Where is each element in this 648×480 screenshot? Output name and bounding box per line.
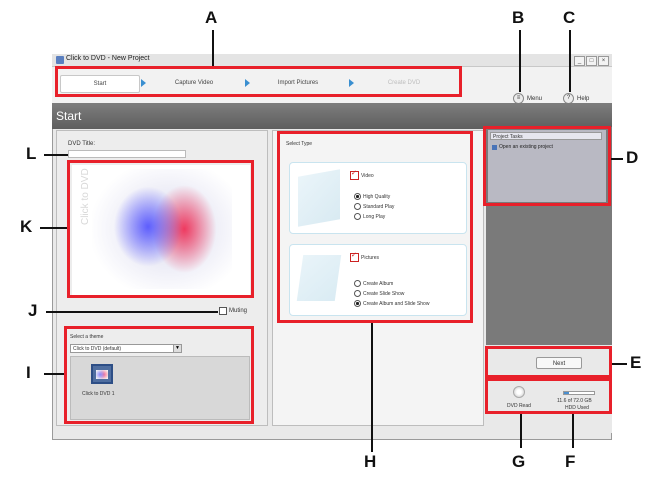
annotation-box-k [67,160,254,298]
leader-line-d [611,158,623,160]
help-label: Help [577,95,590,102]
minimize-button[interactable]: _ [574,56,585,66]
leader-line-b [519,30,521,92]
label-g: G [512,452,526,471]
dvd-title-input[interactable] [68,150,186,158]
leader-line-g [520,414,522,448]
label-e: E [630,353,642,372]
label-f: F [565,452,576,471]
leader-line-i [44,373,64,375]
label-h: H [364,452,377,471]
leader-line-l [44,154,68,156]
page-title: Start [56,109,82,123]
window-controls: _ □ × [574,56,609,66]
label-c: C [563,8,576,27]
muting-checkbox[interactable]: Muting [219,307,247,315]
leader-line-h [371,323,373,452]
leader-line-j [46,311,218,313]
window-title: Click to DVD - New Project [66,55,150,62]
dvd-title-label: DVD Title: [68,141,96,147]
label-a: A [205,8,218,27]
menu-label: Menu [527,95,543,102]
leader-line-k [40,227,67,229]
label-k: K [20,217,33,236]
label-l: L [26,144,37,163]
leader-line-e [612,363,627,365]
label-j: J [28,301,38,320]
label-b: B [512,8,525,27]
app-icon [56,56,64,64]
maximize-button[interactable]: □ [586,56,597,66]
annotation-box-fg [485,378,612,414]
muting-label: Muting [229,308,248,314]
annotation-box-e [485,346,612,378]
label-i: I [26,363,31,382]
annotation-box-h [277,131,473,323]
close-button[interactable]: × [598,56,609,66]
leader-line-f [572,414,574,448]
checkbox-box [219,307,227,315]
annotation-box-d [483,126,611,206]
label-d: D [626,148,639,167]
leader-line-c [569,30,571,92]
annotation-box-a [55,66,462,97]
annotation-box-i [64,326,254,424]
leader-line-a [212,30,214,66]
